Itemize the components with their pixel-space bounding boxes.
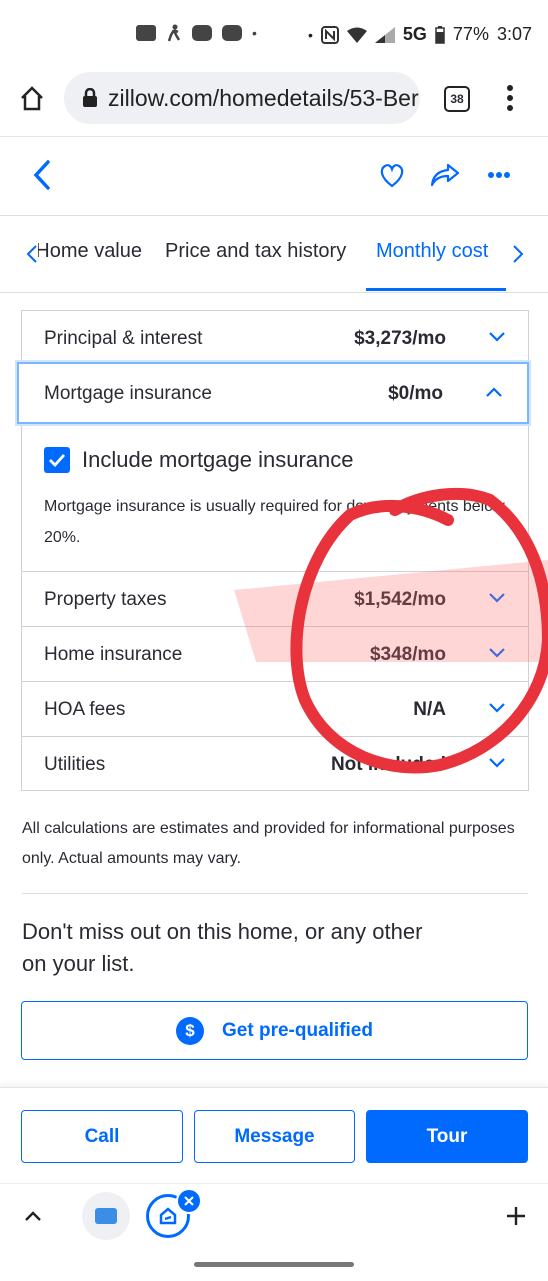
home-insurance-value: $348/mo <box>369 644 446 665</box>
youtube-icon-2 <box>222 25 242 41</box>
close-tab-badge[interactable] <box>176 1188 202 1214</box>
include-mi-checkbox[interactable] <box>44 447 70 473</box>
chevron-down-icon <box>489 703 505 713</box>
principal-value: $3,273/mo <box>354 328 446 349</box>
dot-icon: • <box>252 25 257 41</box>
tab-monthly-cost[interactable]: Monthly cost <box>376 240 488 263</box>
tab-price-tax-history[interactable]: Price and tax history <box>165 240 346 263</box>
home-insurance-row[interactable]: Home insurance $348/mo <box>22 627 528 682</box>
news-icon <box>136 25 156 41</box>
call-button[interactable]: Call <box>21 1110 183 1163</box>
status-right: • 5G 77% 3:07 <box>308 24 532 45</box>
principal-label: Principal & interest <box>44 328 203 349</box>
include-mi-label: Include mortgage insurance <box>82 447 354 472</box>
section-tabs: Home value Price and tax history Monthly… <box>0 216 548 293</box>
tab-home-value[interactable]: Home value <box>38 240 142 263</box>
chevron-right-icon[interactable] <box>512 244 524 264</box>
chevron-up-icon <box>486 387 502 397</box>
address-bar[interactable]: zillow.com/homedetails/53-Ber <box>64 72 420 124</box>
browser-toolbar: zillow.com/homedetails/53-Ber 38 <box>0 72 548 137</box>
chevron-down-icon <box>489 648 505 658</box>
share-icon[interactable] <box>430 163 460 187</box>
cta-text: Don't miss out on this home, or any othe… <box>22 919 423 976</box>
more-menu-icon[interactable] <box>506 84 514 112</box>
hoa-label: HOA fees <box>44 699 126 720</box>
lock-icon <box>83 88 97 107</box>
hoa-value: N/A <box>413 699 446 720</box>
browser-bottom-bar <box>0 1183 548 1281</box>
app-header <box>0 137 548 216</box>
prequalified-label: Get pre-qualified <box>222 1019 373 1041</box>
divider <box>22 893 528 894</box>
nfc-icon <box>320 25 339 44</box>
battery-icon <box>435 25 445 44</box>
chevron-down-icon <box>489 758 505 768</box>
chevron-down-icon <box>489 332 505 342</box>
utilities-label: Utilities <box>44 754 106 775</box>
plus-icon[interactable] <box>506 1206 526 1226</box>
signal-icon <box>374 26 395 43</box>
get-prequalified-button[interactable]: $ Get pre-qualified <box>21 1001 528 1060</box>
utilities-value: Not included <box>330 754 446 775</box>
more-options-icon[interactable] <box>487 171 511 179</box>
dot-icon: • <box>308 26 313 43</box>
monthly-cost-breakdown: Principal & interest $3,273/mo Mortgage … <box>17 310 529 791</box>
include-mi-option[interactable]: Include mortgage insurance <box>44 447 354 473</box>
walk-icon <box>167 24 181 42</box>
principal-interest-row[interactable]: Principal & interest $3,273/mo <box>22 311 528 366</box>
clock: 3:07 <box>496 24 532 44</box>
hoa-fees-row[interactable]: HOA fees N/A <box>22 682 528 737</box>
mortgage-insurance-value: $0/mo <box>388 383 443 404</box>
tour-button[interactable]: Tour <box>366 1110 528 1163</box>
notification-icons: • <box>136 24 257 42</box>
network-type: 5G <box>402 24 427 44</box>
chevron-down-icon <box>489 593 505 603</box>
close-icon <box>184 1196 194 1206</box>
mi-note: Mortgage insurance is usually required f… <box>44 498 505 546</box>
zillow-icon <box>159 1207 177 1225</box>
utilities-row[interactable]: Utilities Not included <box>22 737 528 791</box>
home-icon[interactable] <box>18 84 46 112</box>
disclaimer-text: All calculations are estimates and provi… <box>22 820 515 867</box>
check-icon <box>49 454 66 467</box>
tab-favicon-icon <box>95 1208 117 1224</box>
gesture-bar <box>194 1262 354 1267</box>
dollar-icon: $ <box>176 1016 205 1045</box>
property-taxes-row[interactable]: Property taxes $1,542/mo <box>22 572 528 627</box>
youtube-icon <box>192 25 212 41</box>
message-button[interactable]: Message <box>194 1110 355 1163</box>
home-insurance-label: Home insurance <box>44 644 183 665</box>
mortgage-insurance-row[interactable]: Mortgage insurance $0/mo <box>17 362 529 424</box>
mortgage-insurance-label: Mortgage insurance <box>44 383 212 404</box>
url-text: zillow.com/homedetails/53-Ber <box>108 84 419 111</box>
wifi-icon <box>346 27 367 43</box>
back-icon[interactable] <box>32 159 52 191</box>
battery-level: 77% <box>452 24 489 44</box>
tab-switcher-button[interactable]: 38 <box>444 86 470 112</box>
tab-clip: Home value <box>38 216 142 286</box>
tab-thumbnail[interactable] <box>82 1192 130 1240</box>
property-taxes-value: $1,542/mo <box>354 589 446 610</box>
chevron-left-icon[interactable] <box>26 244 38 264</box>
action-bar: Call Message Tour <box>0 1087 548 1184</box>
chevron-up-icon[interactable] <box>24 1210 42 1222</box>
heart-icon[interactable] <box>378 163 406 189</box>
property-taxes-label: Property taxes <box>44 589 167 610</box>
active-tab-indicator <box>366 288 506 291</box>
status-bar: • • 5G 77% 3:07 <box>0 0 548 72</box>
